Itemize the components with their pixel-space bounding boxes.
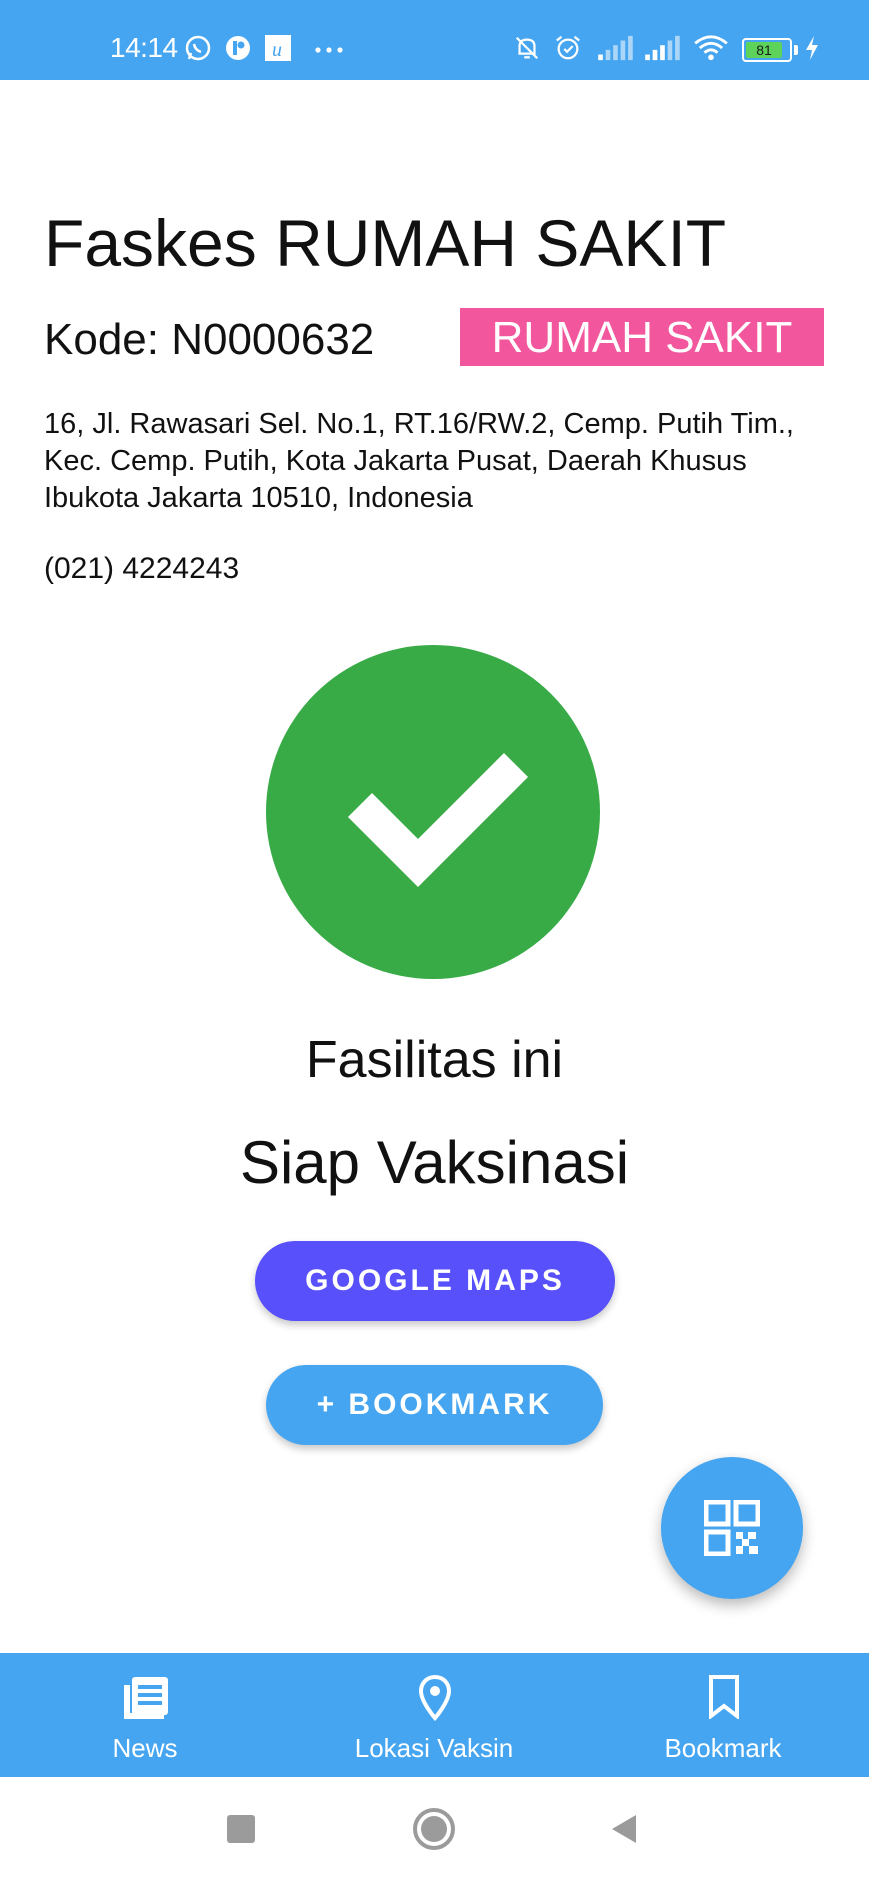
u-app-icon: u — [265, 35, 291, 61]
more-dots-icon — [315, 47, 343, 53]
whatsapp-icon — [185, 35, 211, 61]
facility-code: Kode: N0000632 — [44, 315, 375, 364]
nav-label-bookmark: Bookmark — [664, 1733, 782, 1763]
signal-icon — [598, 35, 633, 61]
battery-cap — [794, 45, 798, 55]
home-circle-icon[interactable] — [412, 1807, 456, 1851]
signal-icon — [645, 35, 680, 61]
wifi-icon — [694, 35, 728, 61]
qr-scan-fab[interactable] — [661, 1457, 803, 1599]
google-maps-button[interactable]: GOOGLE MAPS — [255, 1241, 615, 1321]
mute-bell-icon — [515, 36, 539, 60]
nav-item-lokasi-vaksin[interactable]: Lokasi Vaksin — [334, 1653, 534, 1777]
battery-level: 81 — [746, 42, 782, 58]
status-time: 14:14 — [110, 32, 178, 63]
qr-code-icon — [704, 1500, 760, 1556]
nav-label-news: News — [112, 1733, 178, 1763]
nav-label-lokasi-vaksin: Lokasi Vaksin — [354, 1733, 514, 1763]
app-notification-icon — [226, 36, 250, 60]
alarm-icon — [556, 35, 580, 60]
bottom-navigation: News Lokasi Vaksin Bookmark — [0, 1653, 869, 1777]
facility-title: Faskes RUMAH SAKIT — [44, 206, 727, 280]
facility-type-badge: RUMAH SAKIT — [460, 308, 824, 366]
location-pin-icon — [418, 1675, 452, 1721]
charging-icon — [806, 36, 818, 60]
system-navigation-bar — [0, 1777, 869, 1883]
nav-item-news[interactable]: News — [70, 1653, 220, 1777]
status-text-line1: Fasilitas ini — [305, 1031, 564, 1089]
facility-phone[interactable]: (021) 4224243 — [44, 552, 239, 586]
check-icon — [266, 645, 600, 979]
facility-address: 16, Jl. Rawasari Sel. No.1, RT.16/RW.2, … — [44, 408, 794, 514]
svg-text:u: u — [272, 39, 282, 61]
status-text-line2: Siap Vaksinasi — [239, 1129, 630, 1196]
status-bar: 14:14 u 81 — [0, 0, 869, 80]
nav-item-bookmark[interactable]: Bookmark — [648, 1653, 798, 1777]
bookmark-icon — [709, 1675, 739, 1719]
news-icon — [124, 1677, 168, 1719]
add-bookmark-button[interactable]: + BOOKMARK — [266, 1365, 603, 1445]
back-triangle-icon[interactable] — [610, 1813, 638, 1845]
battery-icon: 81 — [742, 38, 792, 62]
recents-square-icon[interactable] — [227, 1815, 255, 1843]
